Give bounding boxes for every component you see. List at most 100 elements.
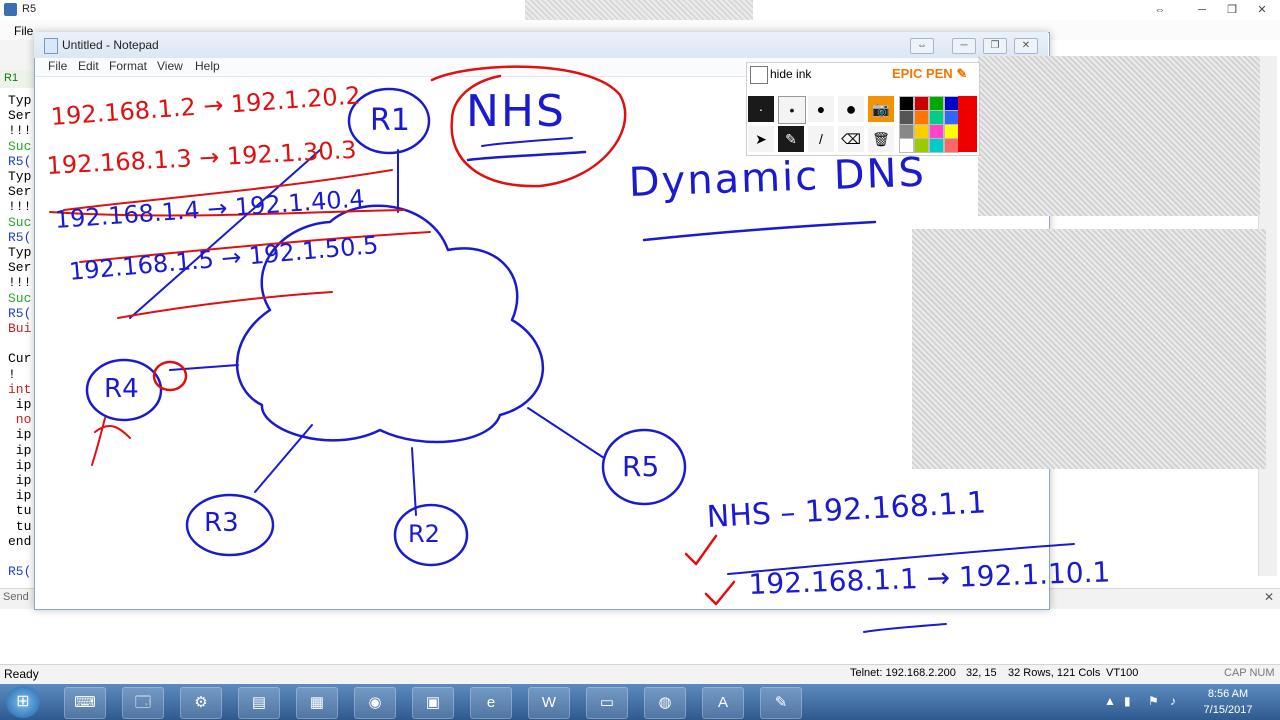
terminal-send-label: Send — [3, 591, 29, 603]
epic-pen-brand: EPIC PEN ✎ — [892, 66, 967, 82]
trash-icon[interactable]: 🗑 — [868, 126, 894, 152]
network-icon[interactable]: ⚙ — [180, 687, 222, 719]
status-telnet: Telnet: 192.168.2.200 — [850, 667, 956, 679]
status-rows-cols: 32 Rows, 121 Cols — [1008, 667, 1101, 679]
security-icon[interactable]: ⚑ — [1148, 694, 1159, 708]
putty-icon[interactable]: ⌨ — [64, 687, 106, 719]
terminal-line: !!! — [8, 275, 32, 291]
camera-icon[interactable]: ◍ — [644, 687, 686, 719]
volume-icon[interactable]: ♪ — [1170, 694, 1176, 708]
epicpen-icon[interactable]: ✎ — [760, 687, 802, 719]
terminal-line: R5( — [8, 229, 32, 245]
terminal-line: Ser — [8, 108, 32, 124]
notepad-icon[interactable]: ▤ — [238, 687, 280, 719]
notepad-menu-format[interactable]: Format — [109, 59, 147, 73]
terminal-close-button[interactable]: ✕ — [1250, 2, 1274, 18]
terminal-line: !!! — [8, 123, 32, 139]
terminal-line: Ser — [8, 184, 32, 200]
clock-date[interactable]: 7/15/2017 — [1196, 704, 1260, 716]
terminal-line: ip — [8, 473, 32, 488]
send-bar-close-icon[interactable]: ✕ — [1264, 590, 1274, 604]
hide-ink-label: hide ink — [770, 67, 812, 81]
word-doc-icon[interactable]: ▣ — [412, 687, 454, 719]
pencil-icon: ✎ — [956, 66, 968, 81]
color-swatch[interactable] — [899, 124, 914, 139]
terminal-line: !!! — [8, 199, 32, 215]
hatched-overlay-right-middle — [912, 229, 1266, 469]
eraser-icon[interactable]: ⌫ — [838, 126, 864, 152]
terminal-line: ip — [8, 488, 32, 504]
color-swatch[interactable] — [929, 138, 944, 153]
color-swatch[interactable] — [929, 110, 944, 125]
router-r3-label: R3 — [204, 508, 239, 538]
pen-size-large-button[interactable]: ● — [838, 96, 864, 122]
color-swatch[interactable] — [914, 96, 929, 111]
color-swatch[interactable] — [944, 96, 959, 111]
pen-size-tiny-button[interactable]: · — [748, 96, 774, 122]
notepad-maximize-button[interactable]: ❐ — [983, 38, 1007, 54]
ie-icon[interactable]: e — [470, 687, 512, 719]
start-button[interactable]: ⊞ — [6, 686, 40, 718]
notepad-menu-view[interactable]: View — [157, 59, 183, 73]
terminal-minimize-button[interactable]: ─ — [1190, 2, 1214, 18]
notepad-title: Untitled - Notepad — [62, 38, 159, 52]
terminal-line: Typ — [8, 169, 32, 184]
notepad-minimize-button[interactable]: ─ — [952, 38, 976, 54]
notepad-menu-help[interactable]: Help — [195, 59, 220, 73]
chrome-icon[interactable]: ◉ — [354, 687, 396, 719]
color-swatch[interactable] — [899, 96, 914, 111]
color-swatch[interactable] — [914, 124, 929, 139]
terminal-session-tab-label: R1 — [4, 72, 19, 84]
terminal-menu-file[interactable]: File — [14, 24, 33, 38]
tray-arrow-icon[interactable]: ▲ — [1104, 694, 1116, 708]
router-r1-label: R1 — [370, 103, 410, 138]
terminal-line: no — [8, 412, 32, 428]
terminal-line: ! — [8, 366, 16, 382]
router-r5-label: R5 — [622, 450, 660, 483]
network-signal-icon[interactable]: ▮ — [1124, 694, 1131, 708]
tablet-icon[interactable]: ▦ — [296, 687, 338, 719]
terminal-line: ip — [8, 427, 32, 443]
notepad-restore-icon[interactable]: ⇔ — [910, 38, 934, 54]
terminal-line: Suc — [8, 214, 32, 230]
terminal-line: Bui — [8, 321, 32, 336]
notepad-close-button[interactable]: ✕ — [1014, 38, 1038, 54]
terminal-line: R5( — [8, 564, 32, 580]
cursor-icon[interactable]: ➤ — [748, 126, 774, 152]
color-swatch[interactable] — [944, 110, 959, 125]
notepad-menu-edit[interactable]: Edit — [78, 59, 99, 73]
acrobat-icon[interactable]: A — [702, 687, 744, 719]
notepad-titlebar[interactable] — [34, 32, 1048, 58]
color-swatch[interactable] — [929, 96, 944, 111]
epic-pen-brand-text: EPIC PEN — [892, 66, 953, 81]
notepad-app-icon — [44, 38, 58, 54]
pen-icon[interactable]: ✎ — [778, 126, 804, 152]
camera-icon[interactable]: 📷 — [868, 96, 894, 122]
hide-ink-checkbox[interactable] — [750, 66, 768, 84]
terminal-line: ip — [8, 457, 32, 473]
terminal-maximize-button[interactable]: ❐ — [1220, 2, 1244, 18]
status-caps-num: CAP NUM — [1224, 667, 1275, 679]
terminal-line: Typ — [8, 93, 32, 108]
clock-time[interactable]: 8:56 AM — [1196, 688, 1260, 700]
terminal-app-icon — [4, 3, 17, 16]
terminal-line: Suc — [8, 290, 32, 306]
terminal-line: R5( — [8, 153, 32, 169]
color-swatch[interactable] — [929, 124, 944, 139]
folder-icon[interactable]: ▭ — [586, 687, 628, 719]
color-swatch[interactable] — [944, 124, 959, 139]
terminal-line: tu — [8, 503, 32, 519]
notepad-menu-file[interactable]: File — [48, 59, 67, 73]
color-swatch[interactable] — [899, 110, 914, 125]
highlighter-icon[interactable]: / — [808, 126, 834, 152]
pen-size-medium-button[interactable]: ● — [808, 96, 834, 122]
word-icon[interactable]: W — [528, 687, 570, 719]
terminal-toolbar — [0, 40, 36, 70]
color-swatch[interactable] — [914, 110, 929, 125]
explorer-icon[interactable]: 🗔 — [122, 687, 164, 719]
status-ready: Ready — [4, 667, 39, 681]
active-color-swatch[interactable] — [958, 96, 977, 152]
terminal-restore-icon[interactable]: ⇔ — [1148, 2, 1172, 18]
color-swatch[interactable] — [944, 138, 959, 153]
pen-size-small-button[interactable]: • — [778, 96, 806, 124]
